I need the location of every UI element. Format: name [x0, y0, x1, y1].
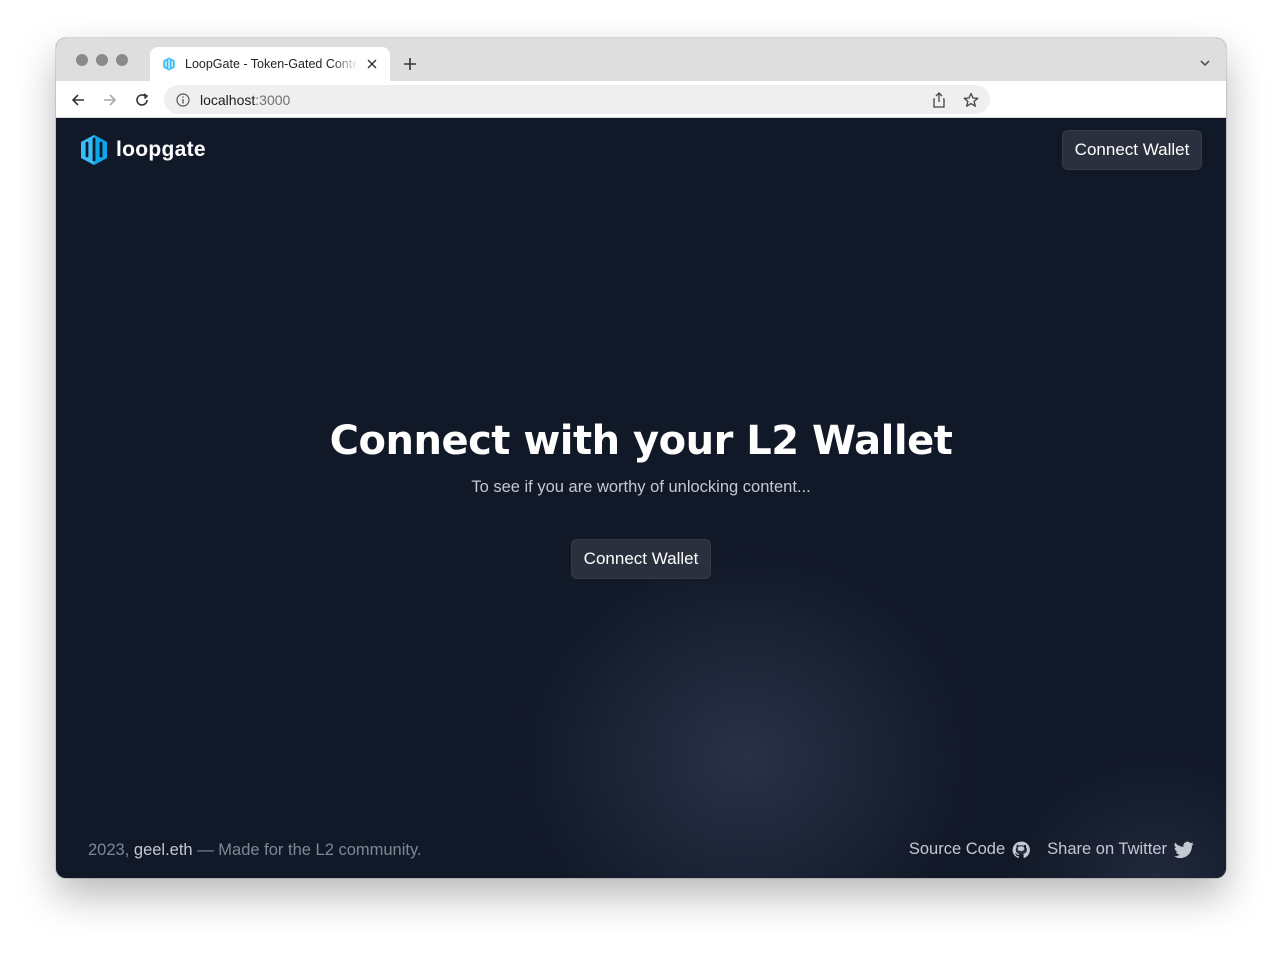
favicon-icon — [163, 57, 175, 71]
tab-close-icon[interactable] — [364, 56, 380, 72]
window-controls — [76, 54, 128, 66]
info-icon[interactable] — [176, 92, 190, 107]
footer-links: Source Code Share on Twitter — [909, 840, 1194, 859]
maximize-window-button[interactable] — [116, 54, 128, 66]
forward-arrow-icon[interactable] — [100, 90, 120, 110]
hero-subtitle: To see if you are worthy of unlocking co… — [471, 478, 811, 496]
source-code-link[interactable]: Source Code — [908, 840, 1031, 859]
close-window-button[interactable] — [76, 54, 88, 66]
footer-author-link[interactable]: geel.eth — [134, 841, 193, 859]
address-bar[interactable]: localhost:3000 — [164, 85, 990, 114]
reload-icon[interactable] — [132, 90, 152, 110]
url-host: localhost — [200, 91, 256, 108]
share-icon[interactable] — [930, 91, 948, 109]
browser-toolbar: localhost:3000 — [56, 81, 1226, 118]
footer-tagline: Made for the L2 community. — [218, 841, 422, 859]
hero-connect-wallet-button[interactable]: Connect Wallet — [571, 539, 711, 579]
bookmark-star-icon[interactable] — [962, 91, 980, 109]
hero-title: Connect with your L2 Wallet — [329, 418, 953, 464]
share-twitter-label: Share on Twitter — [1047, 840, 1167, 858]
url-text: localhost:3000 — [200, 92, 290, 108]
tab-active[interactable]: LoopGate - Token-Gated Content — [150, 47, 390, 81]
tab-title: LoopGate - Token-Gated Content — [185, 57, 358, 71]
share-twitter-link[interactable]: Share on Twitter — [1047, 840, 1194, 859]
tab-strip: LoopGate - Token-Gated Content — [56, 38, 1226, 81]
logo[interactable]: loopgate — [80, 134, 206, 166]
browser-window: LoopGate - Token-Gated Content localhost… — [56, 38, 1226, 878]
footer-year: 2023, — [88, 841, 130, 859]
footer-credits: 2023, geel.eth — Made for the L2 communi… — [88, 841, 422, 860]
twitter-icon — [1174, 841, 1194, 858]
source-code-label: Source Code — [908, 840, 1006, 858]
footer-dash: — — [197, 841, 214, 859]
page: loopgate Connect Wallet Connect with you… — [56, 118, 1226, 878]
header-connect-wallet-button[interactable]: Connect Wallet — [1062, 130, 1202, 170]
new-tab-icon[interactable] — [401, 55, 419, 73]
chevron-down-icon[interactable] — [1198, 56, 1212, 70]
url-port: :3000 — [255, 91, 291, 108]
github-icon — [1012, 841, 1031, 858]
loopgate-logo-icon — [81, 135, 107, 165]
minimize-window-button[interactable] — [96, 54, 108, 66]
back-arrow-icon[interactable] — [68, 90, 88, 110]
logo-text: loopgate — [116, 138, 206, 161]
